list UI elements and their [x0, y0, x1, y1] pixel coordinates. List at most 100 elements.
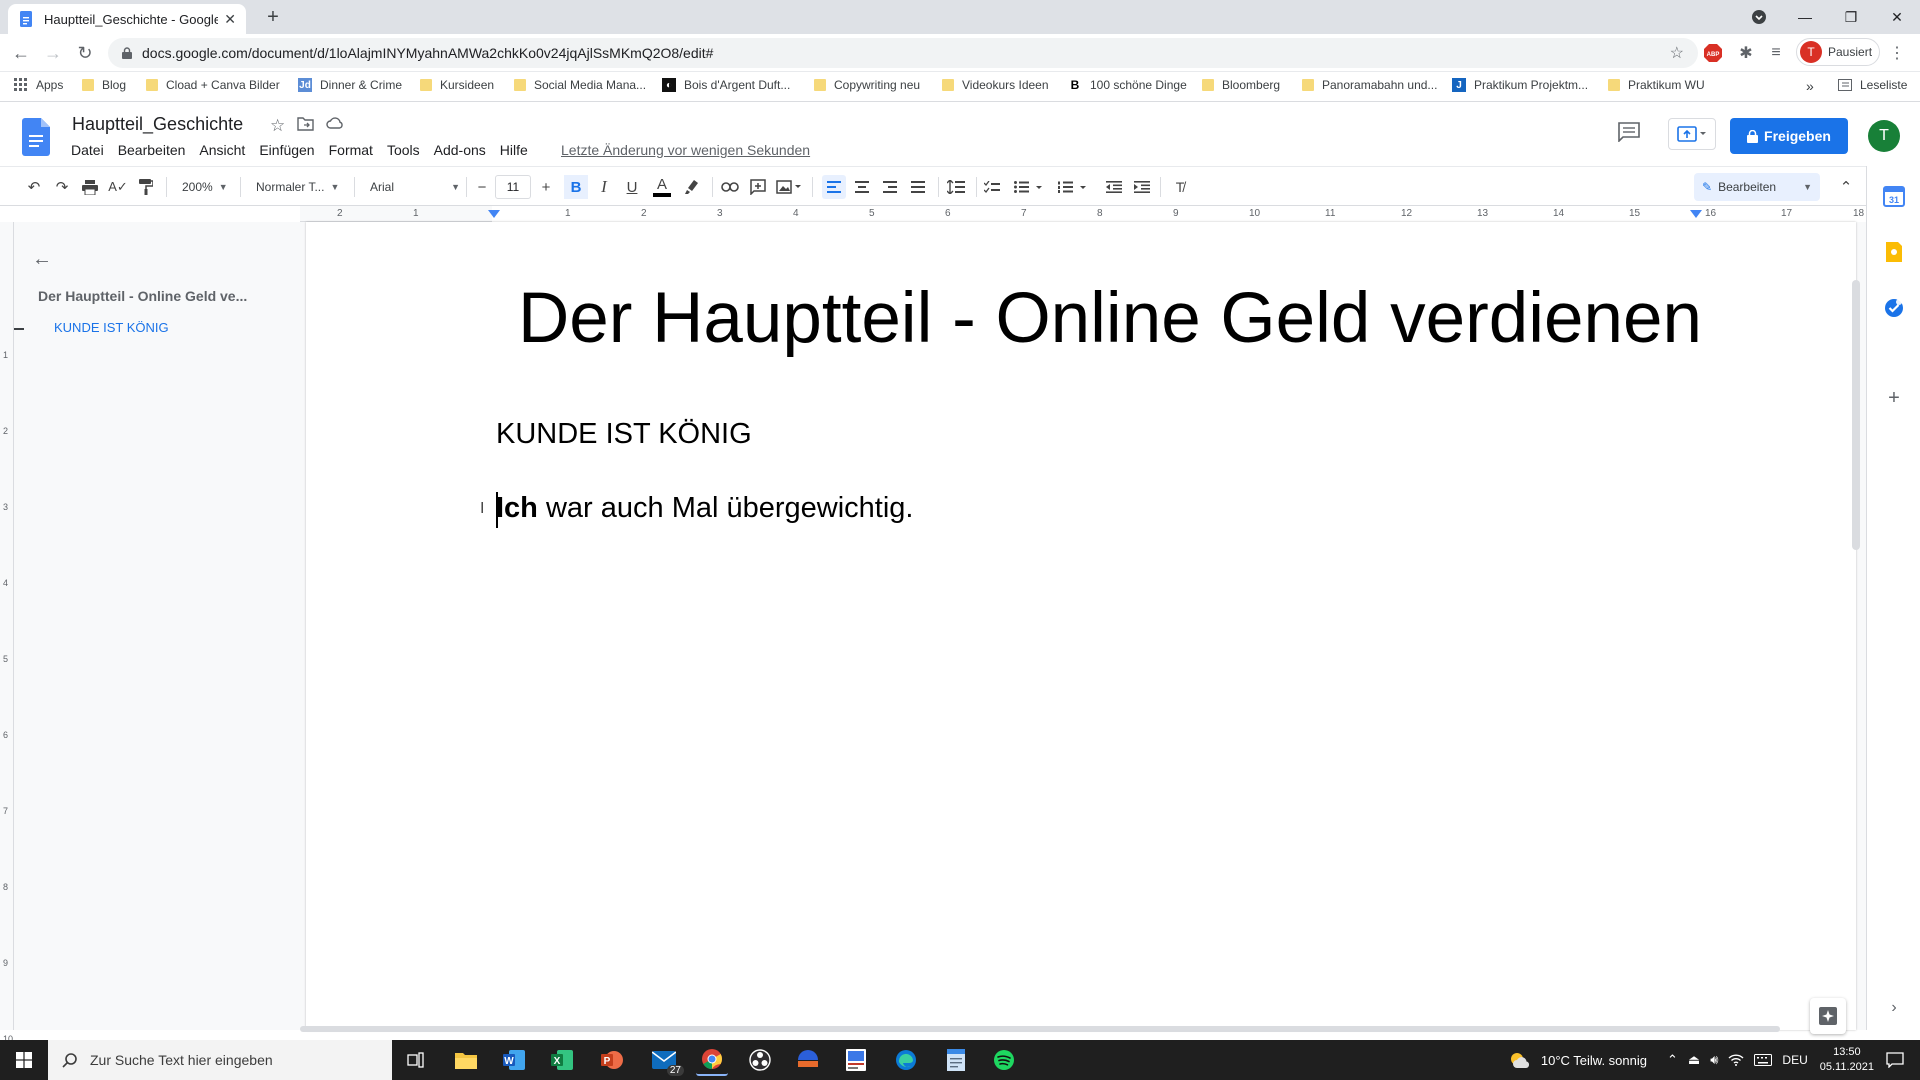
paint-format-icon[interactable] [134, 175, 158, 199]
print-icon[interactable] [78, 175, 102, 199]
comment-history-icon[interactable] [1618, 122, 1640, 142]
bookmark-item[interactable]: B 100 schöne Dinge [1068, 78, 1187, 92]
input-language[interactable]: DEU [1782, 1053, 1807, 1067]
keyboard-icon[interactable] [1754, 1054, 1773, 1066]
vertical-scrollbar[interactable] [1852, 280, 1860, 550]
calendar-icon[interactable]: 31 [1882, 184, 1906, 208]
present-meeting-button[interactable] [1668, 118, 1716, 150]
minimize-icon[interactable]: ― [1782, 0, 1828, 34]
insert-image-icon[interactable] [774, 175, 804, 199]
close-window-icon[interactable]: ✕ [1874, 0, 1920, 34]
add-addon-plus-icon[interactable]: + [1882, 386, 1906, 410]
zoom-select[interactable]: 200% ▼ [182, 175, 228, 199]
reading-list-button[interactable]: Leseliste [1838, 78, 1907, 92]
star-icon[interactable]: ☆ [270, 116, 285, 136]
weather-partly-sunny-icon[interactable] [1509, 1051, 1531, 1069]
line-spacing-icon[interactable] [944, 175, 968, 199]
align-left-icon[interactable] [822, 175, 846, 199]
address-bar[interactable]: docs.google.com/document/d/1loAlajmINYMy… [108, 38, 1698, 68]
bookmark-item[interactable]: Blog [82, 78, 126, 92]
right-indent-marker-icon[interactable] [1690, 210, 1702, 220]
file-explorer-icon[interactable] [450, 1044, 482, 1076]
more-bookmarks-button[interactable]: » [1806, 78, 1814, 94]
menu-file[interactable]: Datei [64, 142, 111, 158]
justify-icon[interactable] [906, 175, 930, 199]
bookmark-item[interactable]: Bloomberg [1202, 78, 1280, 92]
menu-insert[interactable]: Einfügen [252, 142, 321, 158]
bookmark-item[interactable]: J Praktikum Projektm... [1452, 78, 1588, 92]
wifi-icon[interactable] [1728, 1054, 1744, 1066]
last-edit-link[interactable]: Letzte Änderung vor wenigen Sekunden [561, 142, 810, 158]
usb-device-icon[interactable]: ⏏ [1688, 1052, 1700, 1068]
task-view-icon[interactable] [400, 1044, 432, 1076]
chrome-app-icon[interactable] [696, 1044, 728, 1076]
cloud-saved-icon[interactable] [326, 116, 344, 130]
new-tab-button[interactable]: + [260, 6, 286, 28]
bookmark-item[interactable]: Copywriting neu [814, 78, 920, 92]
redo-icon[interactable]: ↷ [50, 175, 74, 199]
bulleted-list-icon[interactable] [1012, 175, 1046, 199]
menu-edit[interactable]: Bearbeiten [111, 142, 193, 158]
bookmark-item[interactable]: Cload + Canva Bilder [146, 78, 280, 92]
bookmark-item[interactable]: ◐ Bois d'Argent Duft... [662, 78, 790, 92]
outline-item[interactable]: KUNDE IST KÖNIG [54, 320, 169, 335]
vertical-ruler[interactable]: 1 2 3 4 5 6 7 8 9 10 [0, 222, 14, 1044]
spellcheck-icon[interactable]: A✓ [106, 175, 130, 199]
media-app-icon[interactable] [792, 1044, 824, 1076]
tasks-icon[interactable] [1882, 296, 1906, 320]
notifications-icon[interactable] [1886, 1052, 1904, 1068]
menu-format[interactable]: Format [322, 142, 380, 158]
italic-icon[interactable]: I [592, 175, 616, 199]
powerpoint-app-icon[interactable]: P [596, 1044, 628, 1076]
browser-menu-icon[interactable]: ⋮ [1886, 42, 1908, 64]
decrease-font-size-icon[interactable]: − [470, 175, 494, 199]
bookmark-item[interactable]: Kursideen [420, 78, 494, 92]
adblock-extension-icon[interactable]: ABP [1702, 42, 1724, 64]
menu-tools[interactable]: Tools [380, 142, 427, 158]
explore-button[interactable] [1810, 998, 1846, 1034]
mail-app-icon[interactable]: 27 [648, 1044, 684, 1076]
document-subheading[interactable]: KUNDE IST KÖNIG [496, 418, 752, 451]
numbered-list-icon[interactable] [1056, 175, 1090, 199]
decrease-indent-icon[interactable] [1102, 175, 1126, 199]
increase-indent-icon[interactable] [1130, 175, 1154, 199]
excel-app-icon[interactable]: X [546, 1044, 578, 1076]
checklist-icon[interactable] [980, 175, 1004, 199]
bookmark-apps[interactable]: Apps [14, 78, 63, 92]
image-viewer-app-icon[interactable] [840, 1044, 872, 1076]
forward-icon[interactable]: → [40, 40, 66, 66]
clear-formatting-icon[interactable]: T̸ [1168, 175, 1192, 199]
paragraph-style-select[interactable]: Normaler T... ▼ [256, 175, 339, 199]
expand-panel-chevron-icon[interactable]: › [1882, 996, 1906, 1020]
document-heading[interactable]: Der Hauptteil - Online Geld verdienen [518, 278, 1702, 359]
profile-button[interactable]: T Pausiert [1796, 38, 1880, 66]
clock[interactable]: 13:50 05.11.2021 [1820, 1045, 1874, 1075]
speaker-icon[interactable]: 🔊︎ [1710, 1052, 1718, 1068]
bold-icon[interactable]: B [564, 175, 588, 199]
bookmark-item[interactable]: Social Media Mana... [514, 78, 646, 92]
font-size-input[interactable]: 11 [495, 175, 531, 199]
tab-search-icon[interactable] [1736, 0, 1782, 34]
spotify-app-icon[interactable] [988, 1044, 1020, 1076]
tray-expand-chevron-icon[interactable]: ⌃ [1667, 1052, 1678, 1068]
google-docs-logo-icon[interactable] [22, 118, 50, 156]
insert-link-icon[interactable] [718, 175, 742, 199]
outline-title[interactable]: Der Hauptteil - Online Geld ve... [38, 288, 247, 304]
increase-font-size-icon[interactable]: + [534, 175, 558, 199]
restore-icon[interactable]: ❐ [1828, 0, 1874, 34]
document-title[interactable]: Hauptteil_Geschichte [72, 114, 243, 135]
menu-help[interactable]: Hilfe [493, 142, 535, 158]
bookmark-item[interactable]: Praktikum WU [1608, 78, 1705, 92]
notepad-app-icon[interactable] [940, 1044, 972, 1076]
obs-app-icon[interactable] [744, 1044, 776, 1076]
bookmark-item[interactable]: Panoramabahn und... [1302, 78, 1437, 92]
document-page[interactable]: Der Hauptteil - Online Geld verdienen KU… [306, 222, 1856, 1030]
horizontal-scrollbar[interactable] [300, 1026, 1780, 1032]
share-button[interactable]: Freigeben [1730, 118, 1848, 154]
font-select[interactable]: Arial ▼ [370, 175, 460, 199]
undo-icon[interactable]: ↶ [22, 175, 46, 199]
bookmark-item[interactable]: Jd Dinner & Crime [298, 78, 402, 92]
reading-queue-icon[interactable]: ≡ [1765, 42, 1787, 64]
editing-mode-select[interactable]: ✎ Bearbeiten ▼ [1694, 173, 1820, 201]
windows-start-icon[interactable] [0, 1040, 48, 1080]
